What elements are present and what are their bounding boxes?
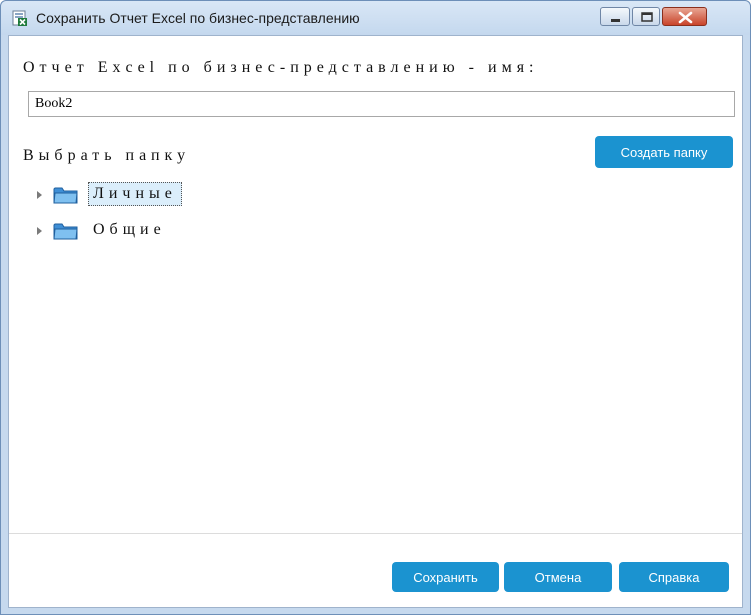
expand-arrow-icon[interactable] xyxy=(37,191,42,199)
expand-arrow-icon[interactable] xyxy=(37,227,42,235)
close-button[interactable] xyxy=(662,7,707,26)
save-report-dialog: Сохранить Отчет Excel по бизнес-представ… xyxy=(0,0,751,615)
minimize-icon xyxy=(611,19,620,22)
maximize-icon xyxy=(641,12,653,22)
maximize-button[interactable] xyxy=(632,7,660,26)
select-folder-label: Выбрать папку xyxy=(23,147,191,164)
title-bar[interactable]: Сохранить Отчет Excel по бизнес-представ… xyxy=(1,1,750,35)
tree-item-label: Личные xyxy=(88,182,182,206)
create-folder-button[interactable]: Создать папку xyxy=(595,136,733,168)
help-button[interactable]: Справка xyxy=(619,562,729,592)
report-name-label: Отчет Excel по бизнес-представлению - им… xyxy=(23,59,539,76)
report-name-input[interactable] xyxy=(28,91,735,117)
folder-icon xyxy=(53,221,79,241)
minimize-button[interactable] xyxy=(600,7,630,26)
footer-divider xyxy=(9,533,742,534)
excel-report-icon xyxy=(12,10,28,26)
folder-icon xyxy=(53,185,79,205)
close-icon xyxy=(678,11,693,24)
save-button[interactable]: Сохранить xyxy=(392,562,499,592)
window-title: Сохранить Отчет Excel по бизнес-представ… xyxy=(36,10,360,26)
cancel-button[interactable]: Отмена xyxy=(504,562,612,592)
dialog-content xyxy=(8,35,743,608)
tree-item-label: Общие xyxy=(93,221,166,238)
